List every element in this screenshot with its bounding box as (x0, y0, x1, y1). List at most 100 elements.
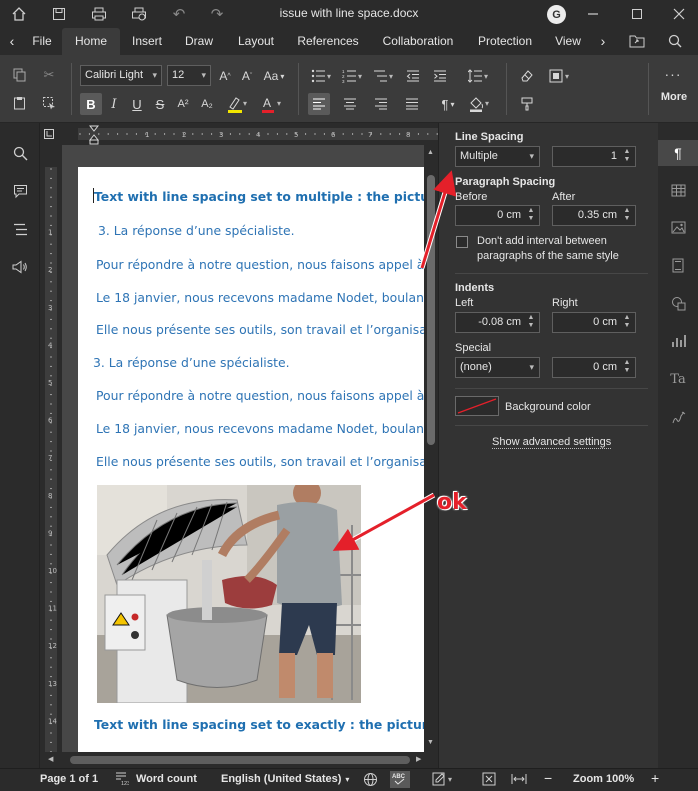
doc-paragraph[interactable]: Elle nous présente ses outils, son trava… (96, 322, 424, 337)
highlight-color-button[interactable]: ▾ (222, 93, 252, 115)
tab-view[interactable]: View (548, 28, 588, 55)
language-button[interactable]: English (United States) ▾ (221, 773, 349, 785)
tab-layout[interactable]: Layout (228, 28, 284, 55)
strikethrough-button[interactable]: S (149, 93, 171, 115)
table-settings-icon[interactable] (667, 179, 689, 201)
show-advanced-settings-link[interactable]: Show advanced settings (492, 436, 612, 449)
bullets-icon[interactable]: ▾ (309, 65, 337, 87)
tab-collaboration[interactable]: Collaboration (374, 28, 462, 55)
find-icon[interactable] (9, 142, 31, 164)
italic-button[interactable]: I (103, 93, 125, 115)
after-spinner-icon[interactable]: ▲ ▼ (622, 207, 632, 224)
spell-check-icon[interactable]: ABC (390, 771, 410, 788)
open-file-location-icon[interactable] (624, 28, 650, 55)
subscript-button[interactable]: A₂ (196, 93, 218, 115)
superscript-button[interactable]: A² (172, 93, 194, 115)
copy-icon[interactable] (9, 64, 31, 86)
feedback-icon[interactable] (9, 256, 31, 278)
tabs-scroll-right-icon[interactable]: › (592, 28, 614, 55)
word-count-button[interactable]: Word count (136, 773, 197, 785)
page-indicator[interactable]: Page 1 of 1 (40, 773, 98, 785)
maximize-icon[interactable] (626, 4, 648, 24)
paragraph-shading-button[interactable]: ▾ (465, 93, 495, 115)
print-icon[interactable] (88, 4, 110, 24)
line-spacing-type-select[interactable]: Multiple ▾ (455, 146, 540, 167)
signature-settings-icon[interactable] (667, 406, 689, 428)
align-left-button[interactable] (308, 93, 330, 115)
undo-icon[interactable]: ↶ (168, 4, 190, 24)
scroll-left-icon[interactable]: ◀ (48, 755, 53, 763)
globe-icon[interactable] (363, 772, 378, 790)
avatar[interactable]: G (547, 5, 566, 24)
before-spinner-icon[interactable]: ▲ ▼ (526, 207, 536, 224)
doc-paragraph[interactable]: 3. La réponse d’une spécialiste. (98, 223, 295, 238)
track-changes-icon[interactable]: ▾ (432, 771, 458, 790)
minimize-icon[interactable] (582, 4, 604, 24)
tab-protection[interactable]: Protection (470, 28, 540, 55)
headings-navigation-icon[interactable] (9, 218, 31, 240)
horizontal-ruler[interactable]: 1 2 3 4 5 6 7 8 (40, 123, 438, 145)
tab-draw[interactable]: Draw (176, 28, 222, 55)
doc-paragraph[interactable]: Elle nous présente ses outils, son trava… (96, 454, 424, 469)
spacing-before-input[interactable]: 0 cm ▲ ▼ (455, 205, 540, 226)
cut-icon[interactable]: ✂ (38, 64, 60, 86)
change-case-button[interactable]: Aa ▾ (259, 65, 289, 87)
numbering-icon[interactable]: 1 2 3 ▾ (340, 65, 368, 87)
doc-paragraph[interactable]: Pour répondre à notre question, nous fai… (96, 257, 424, 272)
doc-paragraph[interactable]: Le 18 janvier, nous recevons madame Node… (96, 421, 424, 436)
close-icon[interactable] (668, 4, 690, 24)
doc-heading-exactly[interactable]: Text with line spacing set to exactly : … (94, 717, 424, 732)
align-right-button[interactable] (370, 93, 392, 115)
word-count-icon[interactable]: 123 (115, 771, 130, 788)
special-indent-input[interactable]: 0 cm ▲ ▼ (552, 357, 636, 378)
document-vertical-scrollbar[interactable]: ▲ ▼ (424, 145, 438, 752)
chart-settings-icon[interactable] (667, 330, 689, 352)
indent-right-input[interactable]: 0 cm ▲ ▼ (552, 312, 636, 333)
zoom-level[interactable]: Zoom 100% (573, 773, 634, 785)
fit-to-page-icon[interactable] (482, 772, 496, 789)
decrease-indent-icon[interactable] (402, 65, 424, 87)
image-settings-icon[interactable] (667, 216, 689, 238)
select-all-icon[interactable] (38, 92, 60, 114)
indent-left-spinner-icon[interactable]: ▲ ▼ (526, 314, 536, 331)
indent-left-input[interactable]: -0.08 cm ▲ ▼ (455, 312, 540, 333)
search-icon[interactable] (662, 28, 688, 55)
text-art-settings-icon[interactable]: Ta (667, 368, 689, 390)
increase-indent-icon[interactable] (429, 65, 451, 87)
doc-heading-multiple[interactable]: Text with line spacing set to multiple :… (94, 189, 424, 204)
quick-print-icon[interactable] (128, 4, 150, 24)
justify-button[interactable] (401, 93, 423, 115)
document-canvas[interactable]: Text with line spacing set to multiple :… (62, 145, 424, 752)
doc-paragraph[interactable]: Pour répondre à notre question, nous fai… (96, 388, 424, 403)
scroll-down-icon[interactable]: ▼ (427, 739, 434, 746)
paragraph-settings-icon[interactable]: ¶ (658, 140, 698, 166)
font-name-select[interactable]: Calibri Light ▾ (80, 65, 162, 86)
comments-icon[interactable] (9, 180, 31, 202)
document-horizontal-scrollbar[interactable]: ◀ ▶ (40, 752, 438, 768)
tab-file[interactable]: File (24, 28, 60, 55)
tab-stop-selector[interactable] (44, 129, 54, 139)
align-center-button[interactable] (339, 93, 361, 115)
shrink-font-icon[interactable]: Aˇ (236, 65, 258, 87)
line-spacing-icon[interactable]: ▾ (466, 65, 494, 87)
multilevel-list-icon[interactable]: ▾ (371, 65, 399, 87)
tab-home[interactable]: Home (62, 28, 120, 55)
doc-paragraph[interactable]: 3. La réponse d’une spécialiste. (93, 355, 290, 370)
more-icon[interactable]: ··· (662, 63, 684, 85)
paste-icon[interactable] (9, 92, 31, 114)
fit-to-width-icon[interactable] (511, 773, 527, 788)
line-spacing-spinner-icon[interactable]: ▲ ▼ (622, 148, 632, 165)
shape-settings-icon[interactable] (667, 292, 689, 314)
clear-formatting-icon[interactable] (516, 65, 538, 87)
special-indent-select[interactable]: (none) ▾ (455, 357, 540, 378)
redo-icon[interactable]: ↷ (206, 4, 228, 24)
no-interval-checkbox[interactable] (456, 236, 468, 248)
vertical-scroll-thumb[interactable] (427, 175, 435, 445)
save-icon[interactable] (48, 4, 70, 24)
spacing-after-input[interactable]: 0.35 cm ▲ ▼ (552, 205, 636, 226)
indent-right-spinner-icon[interactable]: ▲ ▼ (622, 314, 632, 331)
zoom-out-icon[interactable]: − (544, 770, 552, 786)
background-color-swatch[interactable] (455, 396, 499, 416)
special-spinner-icon[interactable]: ▲ ▼ (622, 359, 632, 376)
tab-insert[interactable]: Insert (122, 28, 172, 55)
